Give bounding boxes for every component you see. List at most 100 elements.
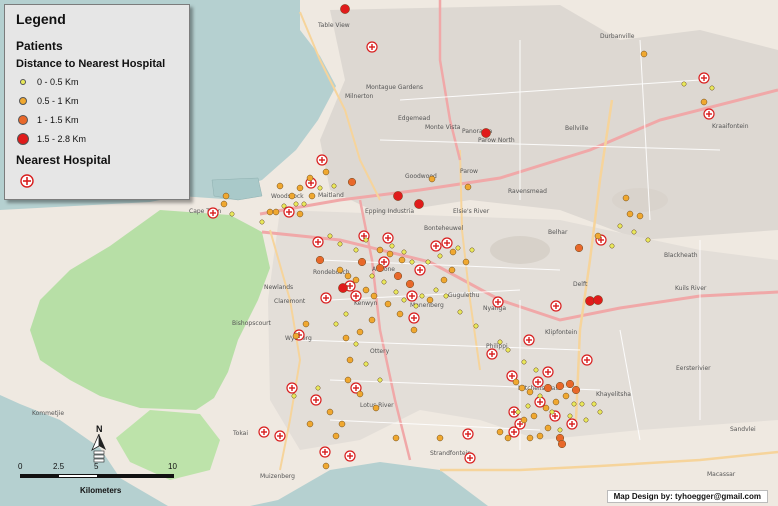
legend-class-3: 1.5 - 2.8 Km (17, 132, 86, 146)
patient-point (585, 296, 595, 306)
patient-point (337, 241, 343, 247)
patient-point (462, 258, 470, 266)
scale-tick-1: 2.5 (53, 462, 65, 471)
patient-point (440, 276, 448, 284)
patient-point (331, 183, 337, 189)
patient-point (296, 210, 304, 218)
place-label: Kraaifontein (712, 123, 749, 130)
place-label: Gugulethu (448, 292, 480, 299)
hospital-icon (532, 376, 544, 388)
hospital-icon (566, 418, 578, 430)
patient-point (381, 279, 387, 285)
patient-point (496, 428, 504, 436)
hospital-icon (441, 237, 453, 249)
patient-point (369, 273, 375, 279)
patient-point (326, 408, 334, 416)
harbour (211, 177, 263, 201)
place-label: Macassar (707, 471, 736, 478)
place-label: Parow (460, 168, 478, 175)
legend-swatch-3 (17, 133, 29, 145)
scale-bar: 0 2.5 5 10 Kilometers (18, 462, 178, 500)
patient-point (296, 184, 304, 192)
place-label: Monte Vista (425, 124, 461, 131)
place-label: Table View (317, 22, 350, 29)
patient-point (469, 247, 475, 253)
patient-point (362, 286, 370, 294)
place-label: Montague Gardens (366, 84, 423, 91)
patient-point (497, 339, 503, 345)
north-arrow-icon (91, 434, 106, 463)
patient-point (344, 272, 352, 280)
patient-point (301, 201, 307, 207)
patient-point (347, 177, 357, 187)
patient-point (457, 309, 463, 315)
place-label: Milnerton (345, 93, 373, 100)
hospital-icon (316, 154, 328, 166)
place-label: Delft (573, 281, 588, 288)
patient-point (473, 323, 479, 329)
place-label: Bellville (565, 125, 589, 132)
patient-point (410, 326, 418, 334)
legend-label-2: 1 - 1.5 Km (37, 115, 79, 125)
patient-point (376, 246, 384, 254)
place-label: Philippi (486, 343, 508, 350)
patient-point (266, 208, 274, 216)
scale-units: Kilometers (80, 486, 122, 495)
patient-point (555, 381, 565, 391)
patient-point (571, 385, 581, 395)
hospital-icon (542, 366, 554, 378)
place-label: Ottery (370, 348, 390, 355)
patient-point (336, 266, 344, 274)
place-label: Kommetjie (32, 410, 64, 417)
legend-class-2: 1 - 1.5 Km (17, 113, 79, 127)
patient-point (428, 175, 436, 183)
patient-point (552, 398, 560, 406)
hospital-icon (523, 334, 535, 346)
patient-point (389, 243, 395, 249)
legend-panel: Legend Patients Distance to Nearest Hosp… (4, 4, 190, 200)
patient-point (222, 192, 230, 200)
hospital-icon (319, 446, 331, 458)
patient-point (375, 263, 385, 273)
place-label: Edgemead (398, 115, 430, 122)
patient-point (220, 200, 228, 208)
patient-point (593, 295, 603, 305)
hospital-icon (508, 426, 520, 438)
patient-point (276, 182, 284, 190)
legend-class-0: 0 - 0.5 Km (17, 75, 79, 89)
patient-point (340, 4, 350, 14)
patient-point (306, 420, 314, 428)
patient-point (526, 388, 534, 396)
patient-point (645, 237, 651, 243)
patient-point (518, 384, 526, 392)
patient-point (353, 247, 359, 253)
hospital-icon (310, 394, 322, 406)
north-arrow: N (88, 424, 110, 464)
patient-point (281, 203, 287, 209)
patient-point (464, 183, 472, 191)
hospital-icon (406, 290, 418, 302)
urban-zone-north (320, 5, 778, 240)
place-label: Eersterivier (676, 365, 711, 372)
patient-point (322, 462, 330, 470)
patient-point (443, 293, 449, 299)
patient-point (565, 379, 575, 389)
hospital-icon (550, 300, 562, 312)
patient-point (356, 390, 364, 398)
place-label: Parow North (478, 137, 515, 144)
patient-point (426, 296, 434, 304)
patient-point (425, 259, 431, 265)
place-label: Sandvlei (730, 426, 756, 433)
patient-point (346, 356, 354, 364)
north-label: N (96, 424, 103, 434)
map: Table View Milnerton Montague Gardens Edgem… (0, 0, 778, 506)
patient-point (393, 191, 403, 201)
patient-point (291, 393, 297, 399)
patient-point (504, 434, 512, 442)
patient-point (368, 316, 376, 324)
place-label: Klipfontein (545, 329, 577, 336)
patient-point (594, 232, 602, 240)
place-label: Rondebosch (313, 269, 350, 276)
patient-point (448, 266, 456, 274)
patient-point (520, 416, 528, 424)
